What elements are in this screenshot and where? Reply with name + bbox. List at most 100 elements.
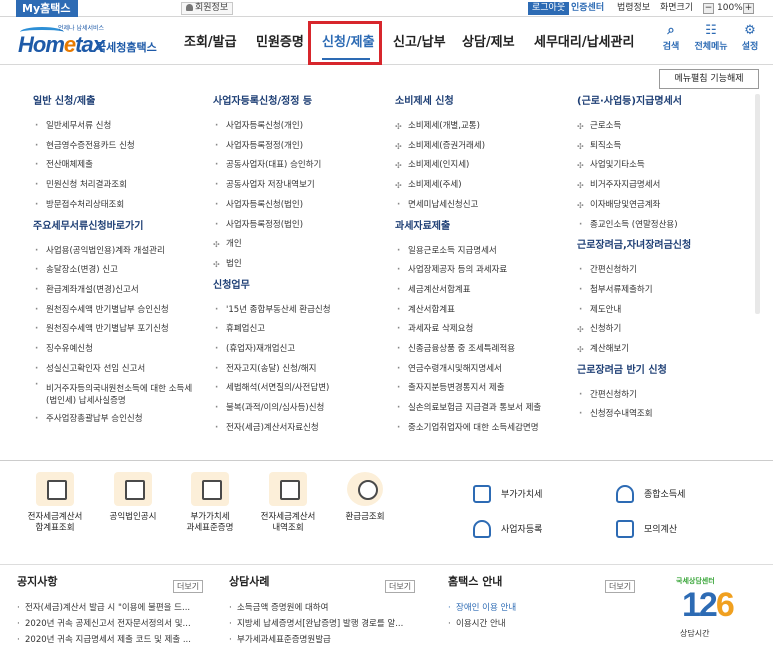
menu-item-expand[interactable]: 퇴직소득: [577, 137, 752, 157]
menu-item[interactable]: 환급계좌개설(변경)신고서: [33, 281, 203, 301]
menu-item[interactable]: 간편신청하기: [577, 261, 752, 281]
member-info-button[interactable]: 회원정보: [181, 2, 234, 15]
hometax-logo[interactable]: 언제나 납세서비스 Hometax 국세청홈택스: [18, 23, 163, 61]
nav-certificate[interactable]: 민원증명: [256, 35, 304, 51]
quick-einvoice-summary[interactable]: 전자세금계산서 합계표조회: [15, 472, 95, 534]
menu-item[interactable]: 사업용(공익법인용)계좌 개설관리: [33, 242, 203, 262]
menu-item[interactable]: 휴폐업신고: [213, 320, 383, 340]
menu-item[interactable]: 일용근로소득 지급명세서: [395, 242, 570, 262]
quick-refund[interactable]: 환급금조회: [325, 472, 405, 523]
all-menu-tool[interactable]: ☷ 전체메뉴: [691, 23, 731, 52]
building-icon: [114, 472, 152, 506]
menu-item-expand[interactable]: 소비제세(증권거래세): [395, 137, 570, 157]
quick-einvoice-history[interactable]: 전자세금계산서 내역조회: [248, 472, 328, 534]
menu-item[interactable]: 계산서합계표: [395, 301, 570, 321]
menu-item[interactable]: 주사업장총괄납부 승인신청: [33, 410, 203, 430]
law-info-link[interactable]: 법령정보: [617, 2, 650, 15]
zoom-in-button[interactable]: +: [743, 3, 754, 14]
menu-item[interactable]: 징수유예신청: [33, 340, 203, 360]
menu-item[interactable]: 비거주자등의국내원천소득에 대한 소득세(법인세) 납세사실증명: [33, 379, 203, 410]
menu-item[interactable]: 세법해석(서면질의/사전답변): [213, 379, 383, 399]
menu-item-expand[interactable]: 이자배당및연금계좌: [577, 196, 752, 216]
menu-item[interactable]: 간편신청하기: [577, 386, 752, 406]
menu-item-expand[interactable]: 계산해보기: [577, 340, 752, 360]
board-item[interactable]: 부가세과세표준증명원발급: [229, 632, 424, 645]
menu-item[interactable]: 성실신고확인자 선임 신고서: [33, 360, 203, 380]
quick-vat-cert[interactable]: 부가가치세 과세표준증명: [170, 472, 250, 534]
cases-more-button[interactable]: 더보기: [385, 580, 416, 593]
menu-item[interactable]: 공동사업자 저장내역보기: [213, 176, 383, 196]
menu-item[interactable]: 신청정수내역조회: [577, 405, 752, 425]
nav-report-payment[interactable]: 신고/납부: [393, 35, 446, 51]
menu-item[interactable]: 원천징수세액 반기별납부 포기신청: [33, 320, 203, 340]
board-item[interactable]: 소득금액 증명원에 대하여: [229, 600, 424, 616]
board-item[interactable]: 이용시간 안내: [448, 616, 638, 632]
nav-inquiry[interactable]: 조회/발급: [184, 35, 237, 51]
panel-scrollbar[interactable]: [755, 94, 760, 314]
guide-more-button[interactable]: 더보기: [605, 580, 636, 593]
menu-item[interactable]: '15년 종합부동산세 환급신청: [213, 301, 383, 321]
menu-item-expand[interactable]: 사업및기타소득: [577, 156, 752, 176]
menu-item[interactable]: 출자지분등변경통지서 제출: [395, 379, 570, 399]
menu-item[interactable]: 전산매체제출: [33, 156, 203, 176]
menu-item[interactable]: 방문접수처리상태조회: [33, 196, 203, 216]
menu-item[interactable]: 불복(과적/이의/심사등)신청: [213, 399, 383, 419]
service-simulation[interactable]: 모의계산: [616, 520, 677, 538]
zoom-out-button[interactable]: −: [703, 3, 714, 14]
menu-item[interactable]: (휴업자)재개업신고: [213, 340, 383, 360]
menu-item[interactable]: 면세미납세신청신고: [395, 196, 570, 216]
menu-item[interactable]: 첨부서류제출하기: [577, 281, 752, 301]
menu-item-expand[interactable]: 법인: [213, 255, 383, 275]
menu-item[interactable]: 사업자등록신청(법인): [213, 196, 383, 216]
call-center-banner[interactable]: 국세상담센터 126 상담시간: [672, 576, 764, 638]
menu-item[interactable]: 일반세무서류 신청: [33, 117, 203, 137]
menu-item[interactable]: 사업자등록정정(법인): [213, 216, 383, 236]
board-item[interactable]: 2020년 귀속 지급명세서 제출 코드 및 제출 ...: [17, 632, 212, 645]
menu-item[interactable]: 전자고지(송달) 신청/해지: [213, 360, 383, 380]
menu-item-expand[interactable]: 소비제세(주세): [395, 176, 570, 196]
menu-item[interactable]: 원천징수세액 반기별납부 승인신청: [33, 301, 203, 321]
menu-item[interactable]: 과세자료 삭제요청: [395, 320, 570, 340]
service-income-tax[interactable]: 종합소득세: [616, 485, 685, 503]
notice-more-button[interactable]: 더보기: [173, 580, 204, 593]
board-item[interactable]: 전자(세금)계산서 발급 시 "이용에 불편을 드...: [17, 600, 212, 616]
settings-tool[interactable]: ⚙ 설정: [739, 23, 761, 52]
menu-item[interactable]: 송달장소(변경) 신고: [33, 261, 203, 281]
nav-consult[interactable]: 상담/제보: [462, 35, 515, 51]
menu-item[interactable]: 제도안내: [577, 301, 752, 321]
service-vat[interactable]: 부가가치세: [473, 485, 542, 503]
cert-center-link[interactable]: 인증센터: [571, 2, 604, 15]
zoom-label: 화면크기: [660, 3, 694, 13]
menu-unfix-button[interactable]: 메뉴펼침 기능해제: [659, 69, 759, 89]
my-hometax-tab[interactable]: My홈택스: [16, 0, 78, 17]
search-tool[interactable]: ⌕ 검색: [660, 23, 682, 52]
menu-item[interactable]: 연금수령개시및해지명세서: [395, 360, 570, 380]
menu-item-expand[interactable]: 신청하기: [577, 320, 752, 340]
menu-item[interactable]: 사업자등록신청(개인): [213, 117, 383, 137]
section-heading: 과세자료제출: [395, 220, 451, 232]
menu-item[interactable]: 실손의료보험금 지급결과 통보서 제출: [395, 399, 570, 419]
quick-public-corp[interactable]: 공익법인공시: [93, 472, 173, 523]
board-item[interactable]: 지방세 납세증명서[완납증명] 발행 경로를 알...: [229, 616, 424, 632]
menu-item[interactable]: 중소기업취업자에 대한 소득세감면명: [395, 419, 570, 439]
nav-tax-agent[interactable]: 세무대리/납세관리: [534, 35, 634, 51]
logout-button[interactable]: 로그아웃: [528, 2, 570, 15]
menu-item[interactable]: 민원신청 처리결과조회: [33, 176, 203, 196]
menu-item[interactable]: 신종금융상품 중 조세특례적용: [395, 340, 570, 360]
menu-item[interactable]: 전자(세금)계산서자료신청: [213, 419, 383, 439]
menu-item[interactable]: 세금계산서합계표: [395, 281, 570, 301]
menu-item-expand[interactable]: 근로소득: [577, 117, 752, 137]
menu-item-expand[interactable]: 소비제세(인지세): [395, 156, 570, 176]
menu-item[interactable]: 공동사업자(대표) 승인하기: [213, 156, 383, 176]
menu-item[interactable]: 현금영수증전용카드 신청: [33, 137, 203, 157]
menu-item-expand[interactable]: 비거주자지급명세서: [577, 176, 752, 196]
menu-item[interactable]: 사업자등록정정(개인): [213, 137, 383, 157]
service-biz-registration[interactable]: 사업자등록: [473, 520, 542, 538]
menu-item-expand[interactable]: 소비제세(개별,교통): [395, 117, 570, 137]
board-item[interactable]: 장애인 이용 안내: [448, 600, 638, 616]
board-item[interactable]: 2020년 귀속 공제신고서 전자문서정의서 및...: [17, 616, 212, 632]
menu-item-expand[interactable]: 개인: [213, 235, 383, 255]
menu-item[interactable]: 사업장제공자 등의 과세자료: [395, 261, 570, 281]
menu-item[interactable]: 종교인소득 (연말정산용): [577, 216, 752, 236]
mega-menu-panel: 메뉴펼침 기능해제 일반 신청/제출 일반세무서류 신청 현금영수증전용카드 신…: [0, 66, 773, 461]
